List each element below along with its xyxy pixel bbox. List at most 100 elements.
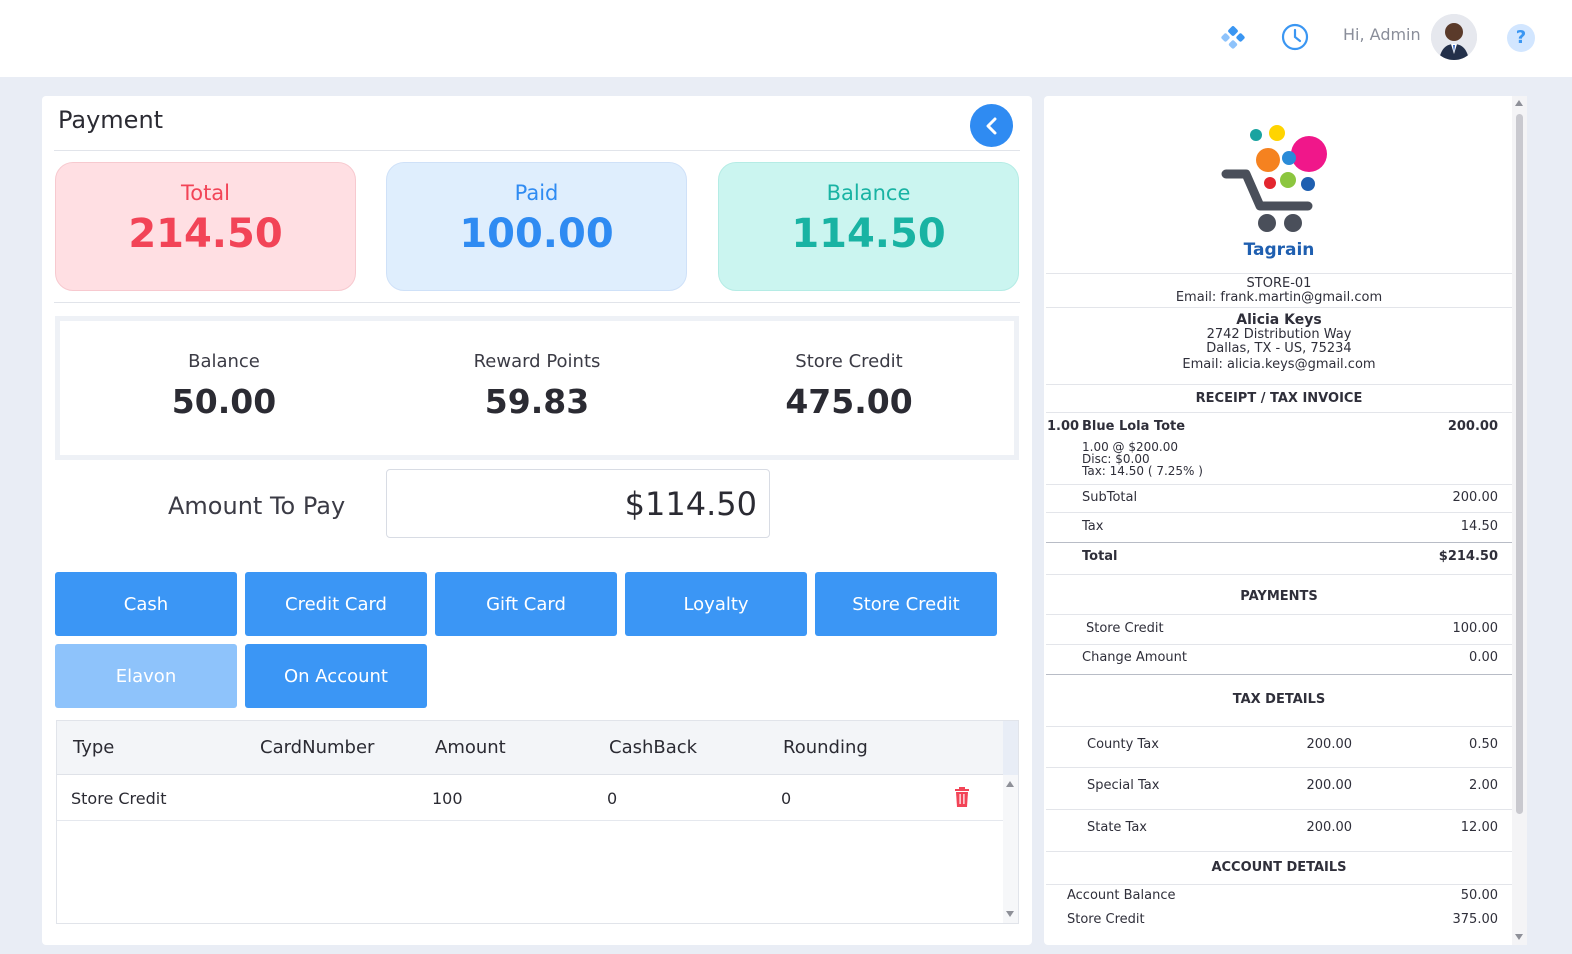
receipt-heading: RECEIPT / TAX INVOICE: [1195, 391, 1363, 406]
column-header-amount[interactable]: Amount: [435, 737, 506, 758]
scrollbar-thumb[interactable]: [1516, 114, 1523, 814]
account-balance-value: 50.00: [1460, 888, 1498, 903]
receipt-scrollbar[interactable]: [1512, 96, 1527, 945]
receipt-divider: [1046, 484, 1512, 485]
tax-detail-label: State Tax: [1087, 820, 1147, 835]
total-value: 214.50: [128, 211, 283, 257]
payment-label: Store Credit: [1086, 621, 1164, 636]
total-card: Total 214.50: [55, 162, 356, 291]
receipt-divider: [1046, 726, 1512, 727]
back-button[interactable]: [970, 104, 1013, 147]
account-balance: Balance 50.00: [64, 351, 384, 421]
scroll-down-icon[interactable]: [1515, 934, 1523, 940]
reward-points-label: Reward Points: [473, 351, 601, 372]
subtotal-label: SubTotal: [1082, 490, 1138, 505]
amount-to-pay-input[interactable]: [386, 469, 770, 538]
store-credit-button[interactable]: Store Credit: [815, 572, 997, 636]
store-credit-value: 475.00: [785, 382, 913, 421]
tax-detail-base: 200.00: [1306, 778, 1353, 793]
greeting: Hi, Admin: [1343, 25, 1421, 44]
table-header: Type CardNumber Amount CashBack Rounding: [57, 721, 1003, 775]
account-balance-label: Account Balance: [1067, 888, 1176, 903]
column-header-cashback[interactable]: CashBack: [609, 737, 697, 758]
customer-address-line2: Dallas, TX - US, 75234: [1206, 341, 1352, 356]
receipt-divider: [1046, 574, 1512, 575]
receipt-divider: [1046, 273, 1512, 274]
help-icon[interactable]: ?: [1507, 24, 1535, 52]
column-header-rounding[interactable]: Rounding: [783, 737, 868, 758]
receipt-divider: [1046, 614, 1512, 615]
receipt-total-value: $214.50: [1438, 549, 1498, 564]
tax-value: 14.50: [1460, 519, 1498, 534]
account-details-heading: ACCOUNT DETAILS: [1211, 860, 1347, 875]
item-qty: 1.00: [1047, 419, 1080, 434]
scroll-up-icon[interactable]: [1006, 781, 1014, 787]
receipt-divider: [1046, 542, 1512, 543]
divider: [54, 150, 1020, 151]
gift-card-button[interactable]: Gift Card: [435, 572, 617, 636]
change-label: Change Amount: [1082, 650, 1187, 665]
balance-label: Balance: [826, 181, 911, 205]
receipt-total-label: Total: [1082, 549, 1118, 564]
customer-name: Alicia Keys: [1236, 312, 1322, 328]
customer-address-line1: 2742 Distribution Way: [1206, 327, 1352, 342]
receipt-divider: [1046, 384, 1512, 385]
scroll-up-icon[interactable]: [1515, 100, 1523, 106]
page-title: Payment: [58, 106, 164, 134]
elavon-button[interactable]: Elavon: [55, 644, 237, 708]
payment-panel: Payment Total 214.50 Paid 100.00 Balance…: [42, 96, 1032, 945]
brand-name: Tagrain: [1243, 240, 1315, 260]
receipt-divider: [1046, 674, 1512, 675]
subtotal-value: 200.00: [1452, 490, 1499, 505]
trash-icon[interactable]: [953, 787, 971, 807]
tax-label: Tax: [1082, 519, 1104, 534]
tax-detail-value: 0.50: [1469, 737, 1498, 752]
cash-button[interactable]: Cash: [55, 572, 237, 636]
clock-icon[interactable]: [1280, 22, 1310, 52]
store-credit: Store Credit 475.00: [689, 351, 1009, 421]
account-balance-value: 50.00: [171, 382, 277, 421]
store-name: STORE-01: [1246, 276, 1312, 291]
balance-value: 114.50: [791, 211, 946, 257]
tax-detail-value: 2.00: [1469, 778, 1498, 793]
amount-to-pay-label: Amount To Pay: [168, 492, 346, 520]
column-header-cardnumber[interactable]: CardNumber: [260, 737, 374, 758]
store-credit-label: Store Credit: [795, 351, 903, 372]
on-account-button[interactable]: On Account: [245, 644, 427, 708]
tax-detail-base: 200.00: [1306, 820, 1353, 835]
customer-email: Email: alicia.keys@gmail.com: [1182, 357, 1376, 372]
loyalty-button[interactable]: Loyalty: [625, 572, 807, 636]
apps-icon[interactable]: [1218, 22, 1248, 52]
avatar[interactable]: [1431, 14, 1477, 60]
payment-value: 100.00: [1452, 621, 1499, 636]
tax-detail-label: Special Tax: [1087, 778, 1160, 793]
scroll-down-icon[interactable]: [1006, 911, 1014, 917]
cell-amount: 100: [432, 789, 463, 808]
tax-detail-label: County Tax: [1087, 737, 1159, 752]
paid-label: Paid: [514, 181, 559, 205]
table-scrollbar[interactable]: [1003, 721, 1018, 923]
receipt-divider: [1046, 512, 1512, 513]
receipt-divider: [1046, 809, 1512, 810]
brand-logo: [1221, 125, 1327, 232]
tax-details-heading: TAX DETAILS: [1232, 692, 1326, 707]
scrollbar-header: [1003, 721, 1018, 775]
column-header-type[interactable]: Type: [73, 737, 114, 758]
balance-card: Balance 114.50: [718, 162, 1019, 291]
reward-points-value: 59.83: [484, 382, 590, 421]
total-label: Total: [180, 181, 231, 205]
receipt-divider: [1046, 644, 1512, 645]
item-name: Blue Lola Tote: [1082, 419, 1186, 434]
divider: [54, 302, 1020, 303]
cell-cashback: 0: [607, 789, 618, 808]
change-value: 0.00: [1469, 650, 1498, 665]
payments-heading: PAYMENTS: [1240, 589, 1318, 604]
account-summary: Balance 50.00 Reward Points 59.83 Store …: [55, 316, 1019, 460]
cell-type: Store Credit: [71, 789, 167, 808]
item-detail-tax: Tax: 14.50 ( 7.25% ): [1082, 464, 1203, 478]
receipt-divider: [1046, 412, 1512, 413]
credit-card-button[interactable]: Credit Card: [245, 572, 427, 636]
receipt-divider: [1046, 307, 1512, 308]
table-row[interactable]: Store Credit 100 0 0: [57, 775, 1003, 821]
receipt-divider: [1046, 884, 1512, 885]
